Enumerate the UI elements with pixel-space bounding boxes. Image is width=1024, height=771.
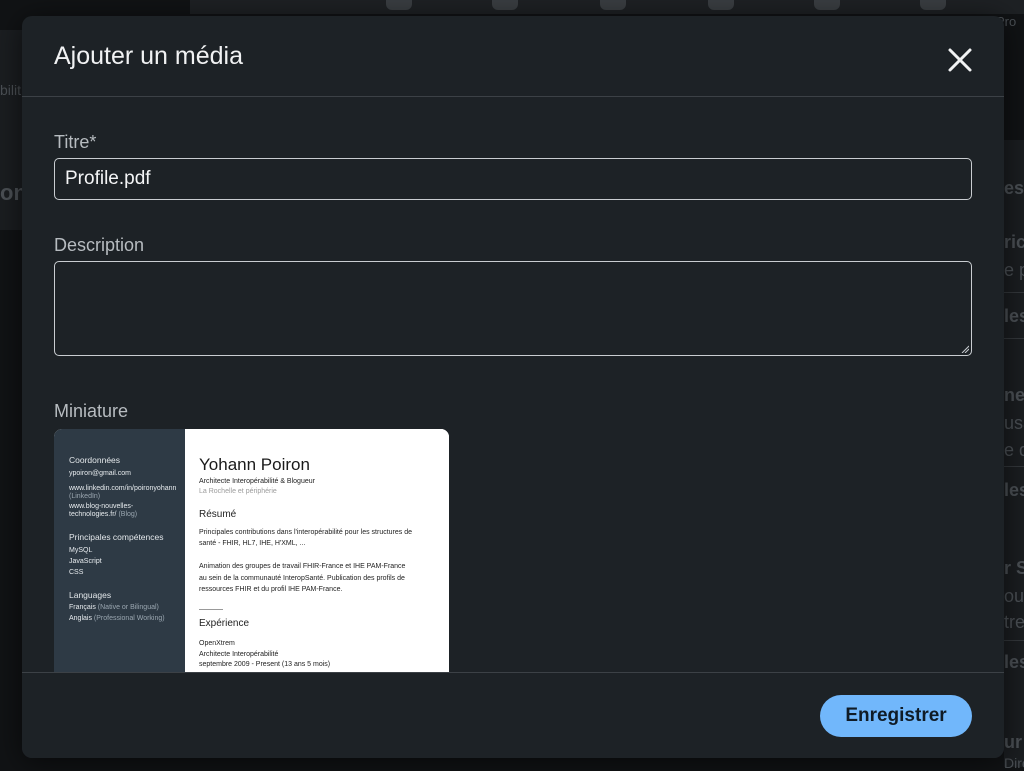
skill-item: JavaScript [69, 558, 102, 565]
background-divider [1004, 640, 1024, 641]
resize-grip-icon[interactable] [961, 345, 969, 353]
dialog-header: Ajouter un média [22, 16, 1004, 97]
background-right-text: ur [1004, 732, 1022, 752]
background-divider [1004, 338, 1024, 339]
summary-text: ressources FHIR et du profil IHE PAM-Fra… [199, 586, 343, 593]
resume-location: La Rochelle et périphérie [199, 488, 277, 495]
messaging-icon [708, 0, 734, 10]
language-item: Français (Native or Bilingual) [69, 604, 159, 611]
profile-avatar-icon [920, 0, 946, 10]
background-right-text: les [1004, 480, 1024, 500]
blog-url-text: www.blog-nouvelles- [69, 503, 134, 510]
background-right-text: tre [1004, 612, 1024, 632]
background-right-text: usa [1004, 413, 1024, 433]
jobs-icon [600, 0, 626, 10]
background-right-text: our [1004, 586, 1024, 606]
description-textarea[interactable] [54, 261, 972, 356]
background-right-text: les [1004, 306, 1024, 326]
background-right-text: les [1004, 652, 1024, 672]
background-right-text: Directeur [1004, 755, 1024, 771]
add-media-dialog: Ajouter un média Titre* Profile.pdf Desc… [22, 16, 1004, 758]
close-icon [948, 48, 972, 72]
close-button[interactable] [944, 44, 976, 76]
background-divider [1004, 466, 1024, 467]
summary-text: au sein de la communauté InteropSanté. P… [199, 575, 405, 582]
summary-text: santé - FHIR, HL7, IHE, H'XML, ... [199, 540, 306, 547]
background-right-text: r S [1004, 558, 1024, 578]
dialog-footer: Enregistrer [22, 672, 1004, 758]
notifications-icon [814, 0, 840, 10]
resume-name: Yohann Poiron [199, 455, 310, 474]
background-left-text: bilit [0, 82, 22, 98]
thumbnail-sidebar: Coordonnées ypoiron@gmail.com www.linked… [54, 429, 185, 679]
section-divider [199, 609, 223, 610]
save-button[interactable]: Enregistrer [820, 695, 972, 737]
background-top-nav: Pro [190, 0, 1024, 29]
background-right-text: es [1004, 178, 1024, 198]
title-field-label: Titre* [54, 132, 97, 152]
thumbnail-field-label: Miniature [54, 401, 129, 421]
linkedin-tag-text: (LinkedIn) [69, 493, 101, 500]
languages-heading: Languages [69, 590, 112, 600]
thumbnail-preview: Coordonnées ypoiron@gmail.com www.linked… [54, 429, 449, 679]
background-divider [1004, 292, 1024, 293]
contact-heading: Coordonnées [69, 455, 121, 465]
home-icon [386, 0, 412, 10]
blog-tag-text: (Blog) [118, 511, 138, 518]
language-item: Anglais (Professional Working) [69, 615, 165, 622]
summary-text: Principales contributions dans l'interop… [199, 529, 413, 536]
skill-item: CSS [69, 569, 84, 576]
skills-heading: Principales compétences [69, 532, 164, 542]
background-right-text: ric [1004, 232, 1024, 252]
background-right-text: e d [1004, 440, 1024, 460]
experience-heading: Expérience [199, 618, 250, 629]
blog-url-text: technologies.fr/ (Blog) [69, 511, 138, 518]
title-input[interactable]: Profile.pdf [54, 158, 972, 200]
dialog-title: Ajouter un média [54, 42, 244, 70]
network-icon [492, 0, 518, 10]
background-right-text: e p [1004, 260, 1024, 280]
job-dates: septembre 2009 - Present (13 ans 5 mois) [199, 661, 331, 668]
summary-text: Animation des groupes de travail FHIR-Fr… [199, 563, 406, 570]
background-right-text: ne [1004, 385, 1024, 405]
thumbnail-main: Yohann Poiron Architecte Interopérabilit… [185, 429, 449, 679]
email-text: ypoiron@gmail.com [69, 470, 131, 477]
linkedin-url-text: www.linkedin.com/in/poironyohann [69, 485, 177, 492]
description-field-label: Description [54, 235, 145, 255]
skill-item: MySQL [69, 547, 93, 554]
company-name: OpenXtrem [199, 640, 235, 647]
summary-heading: Résumé [199, 509, 237, 520]
